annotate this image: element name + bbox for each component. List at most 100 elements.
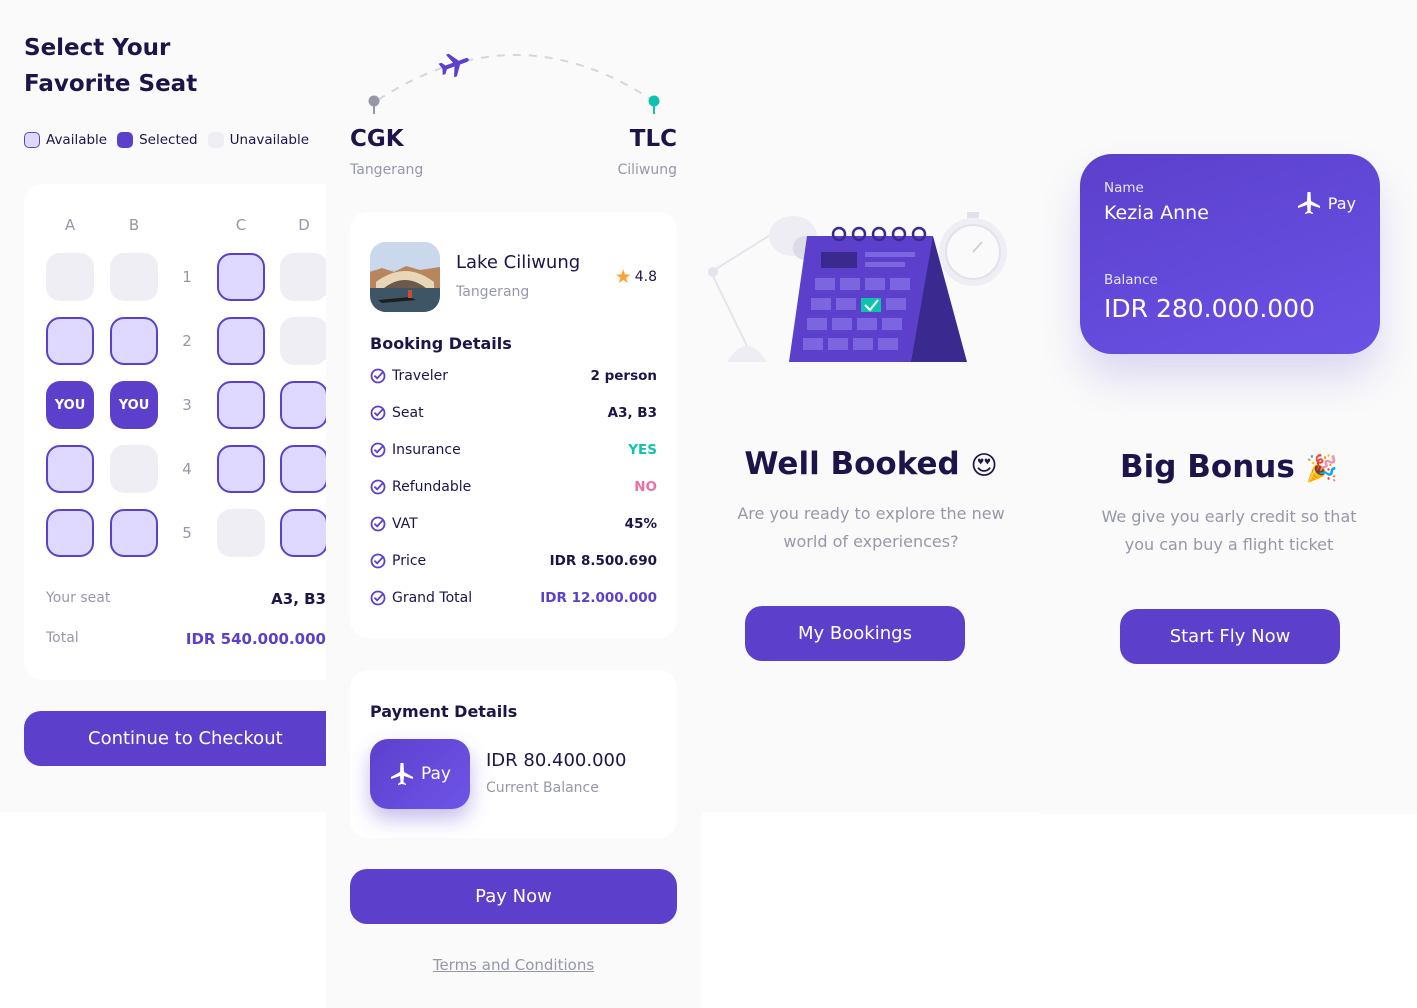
booking-detail-row: Price IDR 8.500.690 [370,551,657,571]
seat-map-card: A B C D 1 2 YOU YOU 3 4 5 Your seat A3, … [24,184,326,680]
check-circle-icon [370,553,386,569]
bonus-subtitle-line-1: We give you early credit so that [1101,507,1357,526]
continue-to-checkout-button[interactable]: Continue to Checkout [24,711,326,766]
booking-detail-row: VAT 45% [370,514,657,534]
seat-c1[interactable] [217,253,265,301]
current-balance-label: Current Balance [486,780,599,796]
seat-a3[interactable]: YOU [46,381,94,429]
booking-detail-label-group: Refundable [370,479,471,495]
seat-c2[interactable] [217,317,265,365]
bonus-screen: Name Kezia Anne Pay Balance IDR 280.000.… [1041,0,1417,814]
total-label: Total [46,630,79,646]
row-number-3: 3 [182,396,192,414]
booking-detail-label: Traveler [392,368,448,384]
seat-a1 [46,253,94,301]
checkout-screen: CGK Tangerang TLC Ciliwung Lake Ciliwung… [326,0,701,1008]
booking-detail-row: Insurance YES [370,440,657,460]
booking-detail-value: NO [634,479,657,495]
booking-detail-label-group: VAT [370,516,418,532]
destination-code: TLC [629,126,677,152]
card-balance-label: Balance [1104,272,1158,288]
booking-detail-label-group: Seat [370,405,424,421]
current-balance-amount: IDR 80.400.000 [486,750,627,771]
origin-city: Tangerang [350,162,424,178]
success-subtitle: Are you ready to explore the new world o… [701,500,1041,556]
booking-detail-label-group: Insurance [370,442,461,458]
seat-a5[interactable] [46,509,94,557]
pay-chip-label: Pay [421,764,451,784]
booking-success-screen: Well Booked 😍 Are you ready to explore t… [701,0,1041,812]
seat-d4[interactable] [280,445,326,493]
legend-selected-label: Selected [139,132,198,148]
booking-detail-label: Seat [392,405,424,421]
column-label-a: A [64,216,76,234]
booking-detail-row: Refundable NO [370,477,657,497]
booking-details-title: Booking Details [370,334,512,353]
seat-b3[interactable]: YOU [110,381,158,429]
booking-detail-label-group: Price [370,553,426,569]
seat-a2[interactable] [46,317,94,365]
check-circle-icon [370,368,386,384]
party-popper-emoji-icon: 🎉 [1305,454,1338,484]
seat-b2[interactable] [110,317,158,365]
page-title: Select Your Favorite Seat [24,30,284,102]
terms-and-conditions-link[interactable]: Terms and Conditions [326,956,701,974]
row-number-4: 4 [182,460,192,478]
booking-details-card: Lake Ciliwung Tangerang ★ 4.8 Booking De… [350,212,677,638]
seat-d5[interactable] [280,509,326,557]
card-balance-value: IDR 280.000.000 [1104,294,1315,323]
row-number-5: 5 [182,524,192,542]
seat-c3[interactable] [217,381,265,429]
check-circle-icon [370,405,386,421]
booking-detail-label-group: Grand Total [370,590,472,606]
check-circle-icon [370,479,386,495]
selected-swatch [117,132,134,148]
success-title: Well Booked 😍 [701,446,1041,482]
seat-d2 [280,317,326,365]
legend-unavailable: Unavailable [207,132,309,148]
booking-detail-label: Refundable [392,479,472,495]
seat-c5 [217,509,265,557]
seat-d1 [280,253,326,301]
airplane-icon [1297,192,1320,214]
seat-you-label: YOU [54,397,86,413]
booking-detail-row: Seat A3, B3 [370,403,657,423]
start-fly-now-button[interactable]: Start Fly Now [1120,609,1340,664]
heart-eyes-emoji-icon: 😍 [970,451,998,481]
star-icon: ★ [614,266,632,288]
column-label-b: B [128,216,140,234]
seat-b4 [110,445,158,493]
balance-card: Name Kezia Anne Pay Balance IDR 280.000.… [1080,154,1380,354]
pay-now-button[interactable]: Pay Now [350,869,677,924]
success-subtitle-line-2: world of experiences? [783,532,959,551]
title-line-1: Select Your [24,35,171,61]
flight-route-graphic [368,53,660,114]
seat-b1 [110,253,158,301]
booking-detail-value: IDR 12.000.000 [540,590,657,606]
available-swatch [24,132,40,148]
seat-b5[interactable] [110,509,158,557]
destination-city: Ciliwung [617,162,677,178]
legend-available-label: Available [46,132,108,148]
booking-detail-label: Grand Total [392,590,473,606]
booking-detail-value: A3, B3 [607,405,657,421]
pay-card-chip: Pay [370,739,470,809]
seat-you-label: YOU [118,397,150,413]
your-seat-row: Your seat A3, B3 [46,590,326,608]
card-holder-name: Kezia Anne [1104,202,1209,224]
rating: ★ 4.8 [615,266,657,288]
payment-details-card: Payment Details Pay IDR 80.400.000 Curre… [350,670,677,838]
seat-d3[interactable] [280,381,326,429]
bonus-title-text: Big Bonus [1120,449,1295,485]
my-bookings-button[interactable]: My Bookings [745,606,965,661]
card-pay-label: Pay [1327,193,1356,213]
column-label-c: C [235,216,247,234]
legend-selected: Selected [117,132,198,148]
seat-a4[interactable] [46,445,94,493]
airplane-icon [438,53,469,78]
booking-detail-label: VAT [392,516,418,532]
seat-selection-screen: Select Your Favorite Seat Available Sele… [0,0,326,812]
check-circle-icon [370,516,386,532]
seat-c4[interactable] [217,445,265,493]
success-title-text: Well Booked [744,446,960,482]
